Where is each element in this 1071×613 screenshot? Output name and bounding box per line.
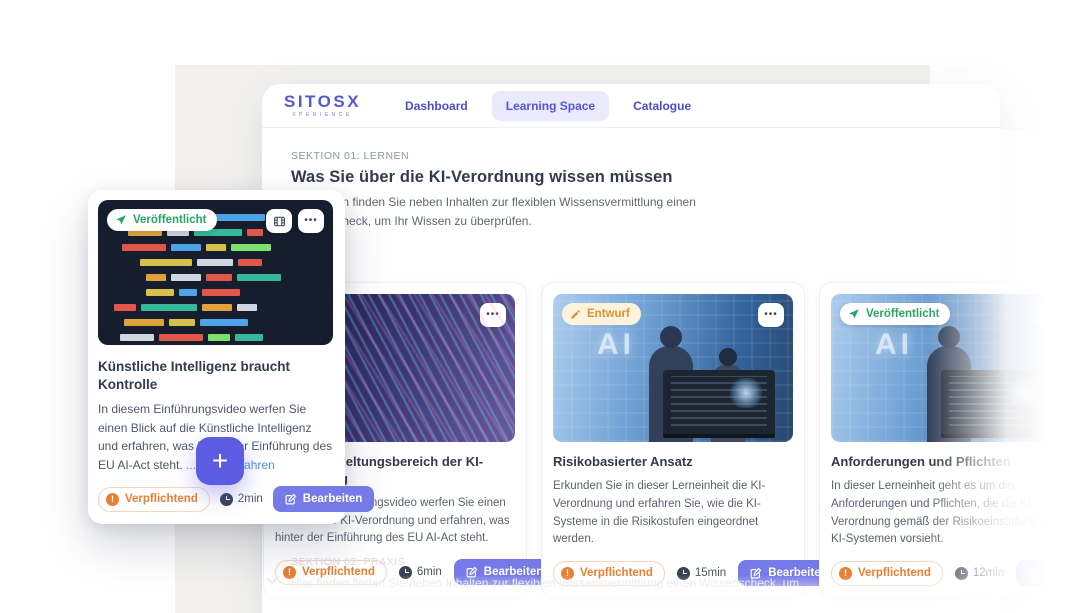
section1-description: Hier finden finden Sie neben Inhalten zu… (291, 193, 729, 231)
clock-icon (220, 493, 233, 506)
nav-learning-space[interactable]: Learning Space (492, 91, 609, 121)
course-card-footer: !Verpflichtend 12min Bearbeiten (831, 560, 1071, 586)
more-options-icon[interactable]: ••• (480, 303, 506, 327)
laptop-shape (663, 370, 775, 434)
course-card-image: AI Veröffentlicht ••• (831, 294, 1071, 442)
course-card-title: Risikobasierter Ansatz (553, 454, 793, 471)
brand-name: SITOSX (284, 93, 361, 110)
course-card-image: AI Entwurf ••• (553, 294, 793, 442)
featured-card-title: Künstliche Intelligenz braucht Kontrolle (98, 358, 333, 393)
nav-items: Dashboard Learning Space Catalogue (391, 91, 705, 121)
ai-image-text: AI (597, 328, 635, 362)
featured-card-footer: !Verpflichtend 2min Bearbeiten (98, 486, 333, 512)
course-card-anforderungen[interactable]: AI Veröffentlicht ••• Anforderungen und … (819, 282, 1071, 598)
draft-status-badge: Entwurf (562, 303, 641, 325)
add-content-button[interactable]: + (196, 437, 244, 485)
more-options-icon[interactable]: ••• (1036, 303, 1062, 327)
course-cards-row: ••• Ziele und Geltungsbereich der KI-Ver… (263, 282, 1071, 598)
app-window: SITOSX XPERIENCE Dashboard Learning Spac… (262, 84, 1000, 613)
edit-button[interactable]: Bearbeiten (273, 486, 374, 512)
more-options-icon[interactable]: ••• (758, 303, 784, 327)
film-icon (273, 215, 286, 228)
paper-plane-icon (848, 308, 860, 320)
nav-dashboard[interactable]: Dashboard (391, 91, 482, 121)
published-status-badge: Veröffentlicht (107, 209, 217, 231)
mandatory-badge: !Verpflichtend (98, 487, 210, 512)
published-status-badge: Veröffentlicht (840, 303, 950, 325)
edit-pencil-icon (1028, 567, 1040, 579)
edit-pencil-icon (285, 493, 297, 505)
main-content: SEKTION 01: LERNEN Was Sie über die KI-V… (262, 128, 1000, 612)
course-card-risikobasierter-ansatz[interactable]: AI Entwurf ••• Risikobasierter Ansatz Er… (541, 282, 805, 598)
screen: SITOSX XPERIENCE Dashboard Learning Spac… (0, 0, 1071, 613)
exclamation-icon: ! (106, 493, 119, 506)
brand-tagline: XPERIENCE (292, 112, 352, 118)
course-card-description: Erkunden Sie in dieser Lerneinheit die K… (553, 478, 793, 549)
section2-collapse-chevron-icon[interactable] (265, 574, 279, 588)
clock-icon (955, 567, 968, 580)
section1-kicker: SEKTION 01: LERNEN (291, 150, 729, 162)
duration-label: 12min (955, 567, 1004, 580)
nav-catalogue[interactable]: Catalogue (619, 91, 705, 121)
section2-description: Hier finden finden Sie neben Inhalten zu… (291, 574, 851, 593)
section1-title: Was Sie über die KI-Verordnung wissen mü… (291, 168, 729, 187)
section2-kicker: SEKTION 02: PRAXIS (291, 556, 851, 568)
video-content-icon[interactable] (266, 209, 292, 233)
ai-image-text: AI (875, 328, 913, 362)
laptop-shape (941, 370, 1053, 434)
top-navbar: SITOSX XPERIENCE Dashboard Learning Spac… (262, 84, 1000, 128)
course-card-title: Anforderungen und Pflichten (831, 454, 1071, 471)
section1-header: SEKTION 01: LERNEN Was Sie über die KI-V… (291, 150, 729, 231)
edit-button[interactable]: Bearbeiten (1016, 560, 1071, 586)
course-card-description: In dieser Lerneinheit geht es um die Anf… (831, 478, 1071, 549)
section2-header: SEKTION 02: PRAXIS Hier finden finden Si… (291, 556, 851, 593)
duration-label: 2min (220, 493, 263, 506)
featured-card-image: Veröffentlicht ••• (98, 200, 333, 345)
more-options-icon[interactable]: ••• (298, 209, 324, 233)
paper-plane-icon (115, 214, 127, 226)
pencil-icon (570, 309, 581, 320)
brand-logo[interactable]: SITOSX XPERIENCE (284, 93, 361, 118)
